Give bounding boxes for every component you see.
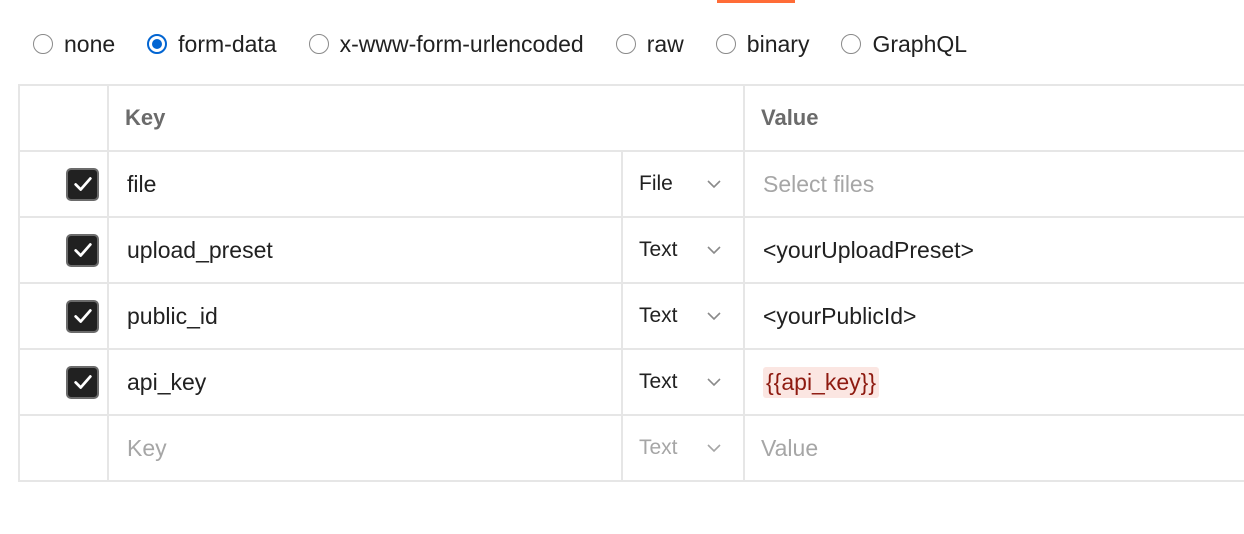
radio-label: raw xyxy=(646,30,684,57)
row-enabled-checkbox[interactable] xyxy=(66,299,99,333)
radio-button-none[interactable] xyxy=(33,34,53,54)
chevron-down-icon xyxy=(707,378,721,387)
row-checkbox-cell xyxy=(20,284,109,348)
chevron-down-icon xyxy=(707,444,721,453)
key-field[interactable]: public_id xyxy=(109,284,623,348)
type-dropdown[interactable]: Text xyxy=(623,350,745,414)
value-field[interactable]: {{api_key}} xyxy=(745,350,1244,414)
new-value-input[interactable]: Value xyxy=(745,416,1244,480)
radio-option-graphql[interactable]: GraphQL xyxy=(841,31,967,58)
key-field[interactable]: api_key xyxy=(109,350,623,414)
check-icon xyxy=(73,375,92,389)
active-tab-indicator xyxy=(717,0,795,3)
radio-label: none xyxy=(64,30,116,57)
form-data-table: Key Value file File Select files upload_… xyxy=(18,84,1244,482)
value-field[interactable]: <yourUploadPreset> xyxy=(745,218,1244,282)
variable-token: {{api_key}} xyxy=(763,366,880,398)
type-label: Text xyxy=(639,370,678,393)
row-checkbox-cell xyxy=(20,152,109,216)
radio-label: GraphQL xyxy=(872,30,968,57)
type-dropdown[interactable]: Text xyxy=(623,218,745,282)
new-key-input[interactable]: Key xyxy=(109,416,623,480)
key-field[interactable]: file xyxy=(109,152,623,216)
row-enabled-checkbox[interactable] xyxy=(66,233,99,267)
body-type-radio-group: none form-data x-www-form-urlencoded raw… xyxy=(33,28,999,60)
header-checkbox-cell xyxy=(20,86,109,150)
radio-label: form-data xyxy=(178,30,277,57)
radio-label: binary xyxy=(746,30,810,57)
chevron-down-icon xyxy=(707,312,721,321)
type-label: Text xyxy=(639,436,678,459)
select-files-placeholder[interactable]: Select files xyxy=(763,171,874,198)
value-text: <yourPublicId> xyxy=(763,302,917,329)
type-dropdown[interactable]: Text xyxy=(623,416,745,480)
check-icon xyxy=(73,177,92,191)
table-header-row: Key Value xyxy=(20,86,1244,152)
row-enabled-checkbox[interactable] xyxy=(66,365,99,399)
row-checkbox-cell xyxy=(20,416,109,480)
radio-button-raw[interactable] xyxy=(615,34,636,54)
value-field[interactable]: <yourPublicId> xyxy=(745,284,1244,348)
type-dropdown[interactable]: Text xyxy=(623,284,745,348)
radio-option-x-www-form-urlencoded[interactable]: x-www-form-urlencoded xyxy=(308,30,584,58)
header-value: Value xyxy=(761,105,819,130)
key-field[interactable]: upload_preset xyxy=(109,218,623,282)
row-enabled-checkbox[interactable] xyxy=(66,167,99,201)
radio-button-graphql[interactable] xyxy=(841,34,862,54)
radio-option-form-data[interactable]: form-data xyxy=(147,30,277,58)
radio-option-raw[interactable]: raw xyxy=(615,30,684,58)
table-row: api_key Text {{api_key}} xyxy=(20,350,1244,416)
type-label: Text xyxy=(639,304,678,327)
type-label: Text xyxy=(639,238,678,261)
row-checkbox-cell xyxy=(20,350,109,414)
header-key: Key xyxy=(109,86,745,150)
value-field[interactable]: Select files xyxy=(745,152,1244,216)
radio-button-x-www-form-urlencoded[interactable] xyxy=(308,34,329,54)
table-row: file File Select files xyxy=(20,152,1244,218)
check-icon xyxy=(73,309,92,323)
type-dropdown[interactable]: File xyxy=(623,152,745,216)
new-row: Key Text Value xyxy=(20,416,1244,480)
table-row: upload_preset Text <yourUploadPreset> xyxy=(20,218,1244,284)
type-label: File xyxy=(639,172,673,195)
radio-option-binary[interactable]: binary xyxy=(715,30,810,58)
radio-label: x-www-form-urlencoded xyxy=(339,30,584,57)
row-checkbox-cell xyxy=(20,218,109,282)
check-icon xyxy=(73,243,92,257)
table-row: public_id Text <yourPublicId> xyxy=(20,284,1244,350)
chevron-down-icon xyxy=(707,180,721,189)
radio-button-form-data[interactable] xyxy=(147,34,168,54)
chevron-down-icon xyxy=(707,246,721,255)
radio-option-none[interactable]: none xyxy=(33,31,115,58)
radio-button-binary[interactable] xyxy=(715,34,736,54)
value-text: <yourUploadPreset> xyxy=(763,236,974,263)
